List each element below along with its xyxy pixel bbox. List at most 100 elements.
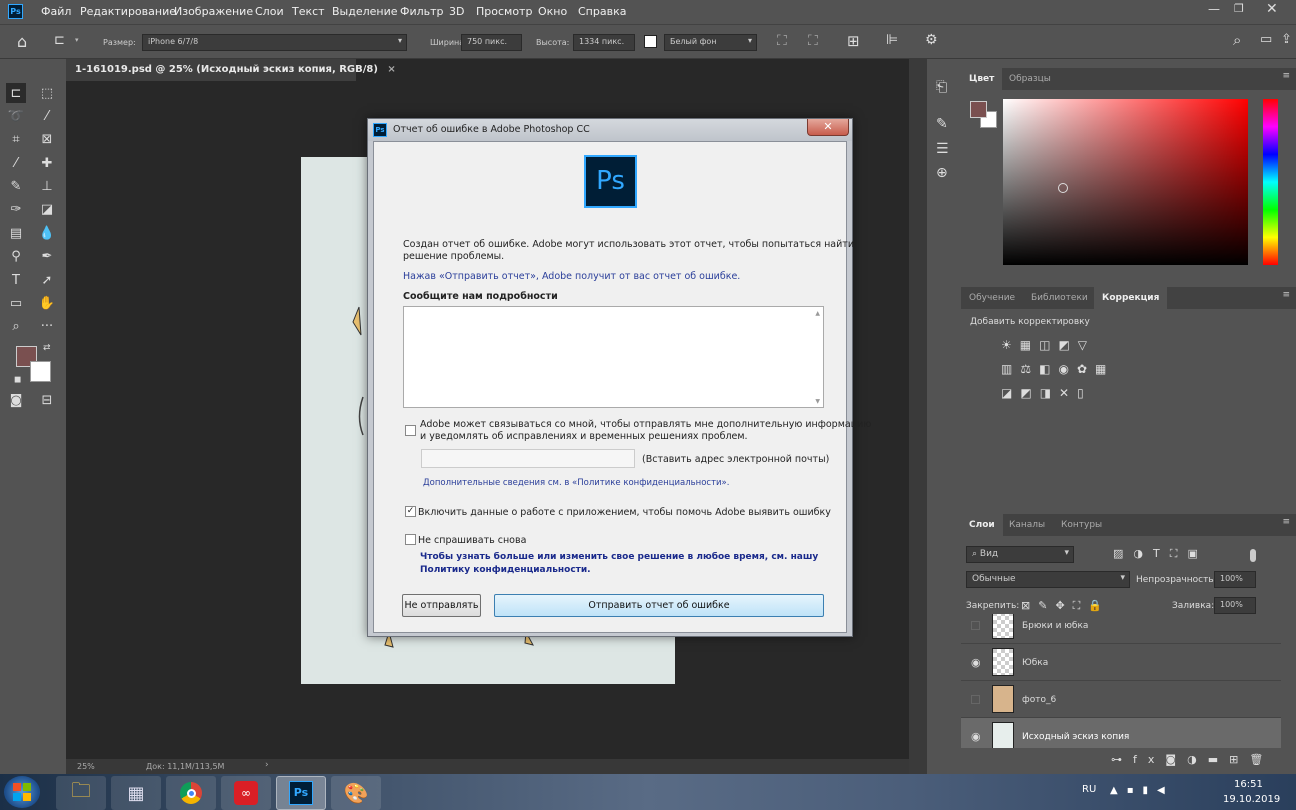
glyphs-icon[interactable]: ⊕ xyxy=(936,165,948,181)
dont-ask-checkbox[interactable] xyxy=(405,534,416,545)
stamp-icon[interactable]: ⊥ xyxy=(37,176,57,196)
default-colors-icon[interactable]: ◼ xyxy=(14,375,21,385)
clock-time[interactable]: 16:51 xyxy=(1234,779,1263,790)
taskbar-calculator[interactable]: ▦ xyxy=(111,776,161,810)
taskbar-chrome[interactable] xyxy=(166,776,216,810)
menu-filter[interactable]: Фильтр xyxy=(400,5,444,18)
hue-slider[interactable] xyxy=(1263,99,1278,265)
more-tools-icon[interactable]: ··· xyxy=(37,316,57,336)
pen-icon[interactable]: ✒ xyxy=(37,246,57,266)
frame-tool-icon[interactable]: ⊠ xyxy=(37,129,57,149)
layer-row[interactable]: ◉ Исходный эскиз копия xyxy=(961,717,1281,748)
trash-icon[interactable]: 🗑 xyxy=(1249,753,1274,766)
blur-icon[interactable]: 💧 xyxy=(37,223,57,243)
artboard-tool-icon[interactable]: ⊏ xyxy=(54,33,65,48)
folder-icon[interactable]: ▬ xyxy=(1208,753,1229,766)
background-color-swatch[interactable] xyxy=(30,361,51,382)
swap-colors-icon[interactable]: ⇄ xyxy=(43,343,51,353)
gear-icon[interactable]: ⚙ xyxy=(925,32,938,48)
hand-icon[interactable]: ✋ xyxy=(37,293,57,313)
menu-image[interactable]: Изображение xyxy=(174,5,253,18)
close-icon[interactable]: ✕ xyxy=(1266,1,1278,17)
email-input[interactable] xyxy=(421,449,635,468)
tab-color[interactable]: Цвет xyxy=(961,68,1003,90)
artboard-tool-icon[interactable]: ⊏ xyxy=(6,83,26,103)
status-arrow-icon[interactable]: › xyxy=(265,760,269,770)
rectangle-icon[interactable]: ▭ xyxy=(6,293,26,313)
menu-text[interactable]: Текст xyxy=(292,5,325,18)
tab-channels[interactable]: Каналы xyxy=(1001,514,1053,536)
layer-row[interactable]: фото_6 xyxy=(961,680,1281,717)
panel-menu-icon[interactable]: ≡ xyxy=(1282,71,1290,81)
lock-paint-icon[interactable]: ✎ xyxy=(1038,599,1055,612)
posterize-icon[interactable]: ◩ xyxy=(1020,386,1039,400)
send-report-button[interactable]: Отправить отчет об ошибке xyxy=(494,594,824,617)
tab-paths[interactable]: Контуры xyxy=(1053,514,1110,536)
tab-adjustments[interactable]: Коррекция xyxy=(1094,287,1168,309)
share-icon[interactable]: ⇪ xyxy=(1281,32,1292,47)
height-input[interactable]: 1334 пикс. xyxy=(573,34,635,51)
layer-row[interactable]: ◉ Юбка xyxy=(961,643,1281,680)
hue-sat-icon[interactable]: ▥ xyxy=(1001,362,1020,376)
zoom-icon[interactable]: ⌕ xyxy=(6,316,26,336)
clock-date[interactable]: 19.10.2019 xyxy=(1223,794,1280,805)
filter-adjust-icon[interactable]: ◑ xyxy=(1133,547,1153,560)
history-icon[interactable]: ⎗ xyxy=(936,79,947,95)
quick-mask-icon[interactable]: ◙ xyxy=(6,390,26,410)
add-artboard-icon[interactable]: ⊞ xyxy=(847,32,860,50)
menu-file[interactable]: Файл xyxy=(41,5,71,18)
tab-libraries[interactable]: Библиотеки xyxy=(1023,287,1096,309)
restore-icon[interactable]: ❐ xyxy=(1234,2,1244,15)
eye-icon[interactable]: ◉ xyxy=(971,656,981,669)
menu-layers[interactable]: Слои xyxy=(255,5,284,18)
taskbar-creative-cloud[interactable]: ∞ xyxy=(221,776,271,810)
color-fg-swatch[interactable] xyxy=(970,101,987,118)
dialog-close-button[interactable]: ✕ xyxy=(807,119,849,136)
lock-all-icon[interactable]: 🔒 xyxy=(1088,599,1110,612)
scroll-down-icon[interactable]: ▼ xyxy=(815,398,820,405)
properties-icon[interactable]: ☰ xyxy=(936,141,949,157)
filter-toggle[interactable] xyxy=(1250,549,1256,562)
mask-icon[interactable]: ◙ xyxy=(1165,753,1187,766)
levels-icon[interactable]: ▦ xyxy=(1020,338,1039,352)
color-field[interactable] xyxy=(1003,99,1248,265)
eraser-icon[interactable]: ◪ xyxy=(37,199,57,219)
vibrance-icon[interactable]: ▽ xyxy=(1078,338,1095,352)
eyedropper-icon[interactable]: ⁄ xyxy=(6,153,26,173)
language-indicator[interactable]: RU xyxy=(1082,784,1096,795)
mixer-icon[interactable]: ✿ xyxy=(1077,362,1095,376)
dodge-icon[interactable]: ⚲ xyxy=(6,246,26,266)
gradient-map-icon[interactable]: ▯ xyxy=(1077,386,1092,400)
bg-select[interactable]: Белый фон ▾ xyxy=(664,34,757,51)
zoom-value[interactable]: 25% xyxy=(77,762,95,771)
lock-artboard-icon[interactable]: ⛶ xyxy=(1073,599,1089,612)
tab-learn[interactable]: Обучение xyxy=(961,287,1023,309)
filter-image-icon[interactable]: ▨ xyxy=(1113,547,1133,560)
lookup-icon[interactable]: ▦ xyxy=(1095,362,1114,376)
document-tab[interactable]: 1-161019.psd @ 25% (Исходный эскиз копия… xyxy=(66,59,396,81)
brightness-icon[interactable]: ☀ xyxy=(1001,338,1020,352)
healing-brush-icon[interactable]: ✚ xyxy=(37,153,57,173)
blend-mode-select[interactable]: Обычные ▾ xyxy=(966,571,1130,588)
adjust-layer-icon[interactable]: ◑ xyxy=(1187,753,1208,766)
brush-icon[interactable]: ✎ xyxy=(6,176,26,196)
bw-icon[interactable]: ◧ xyxy=(1039,362,1058,376)
ps-app-icon[interactable]: Ps xyxy=(8,4,23,19)
marquee-tool-icon[interactable]: ⬚ xyxy=(37,83,57,103)
crop-icon[interactable]: ⛶ xyxy=(777,33,787,49)
color-picker-cursor[interactable] xyxy=(1058,183,1068,193)
curves-icon[interactable]: ◫ xyxy=(1039,338,1058,352)
taskbar-paint[interactable]: 🎨 xyxy=(331,776,381,810)
path-select-icon[interactable]: ➚ xyxy=(37,270,57,290)
tab-swatches[interactable]: Образцы xyxy=(1001,68,1059,90)
link-icon[interactable]: ⊶ xyxy=(1111,753,1133,766)
new-layer-icon[interactable]: ⊞ xyxy=(1229,753,1249,766)
panel-menu-icon[interactable]: ≡ xyxy=(1282,290,1290,300)
workspace-icon[interactable]: ▭ xyxy=(1260,32,1272,47)
chevron-down-icon[interactable]: ▾ xyxy=(75,36,79,44)
history-brush-icon[interactable]: ✑ xyxy=(6,199,26,219)
exposure-icon[interactable]: ◩ xyxy=(1058,338,1077,352)
magic-wand-icon[interactable]: ⁄ xyxy=(37,106,57,126)
type-tool-icon[interactable]: T xyxy=(6,270,26,290)
eye-icon[interactable]: ◉ xyxy=(971,730,981,743)
